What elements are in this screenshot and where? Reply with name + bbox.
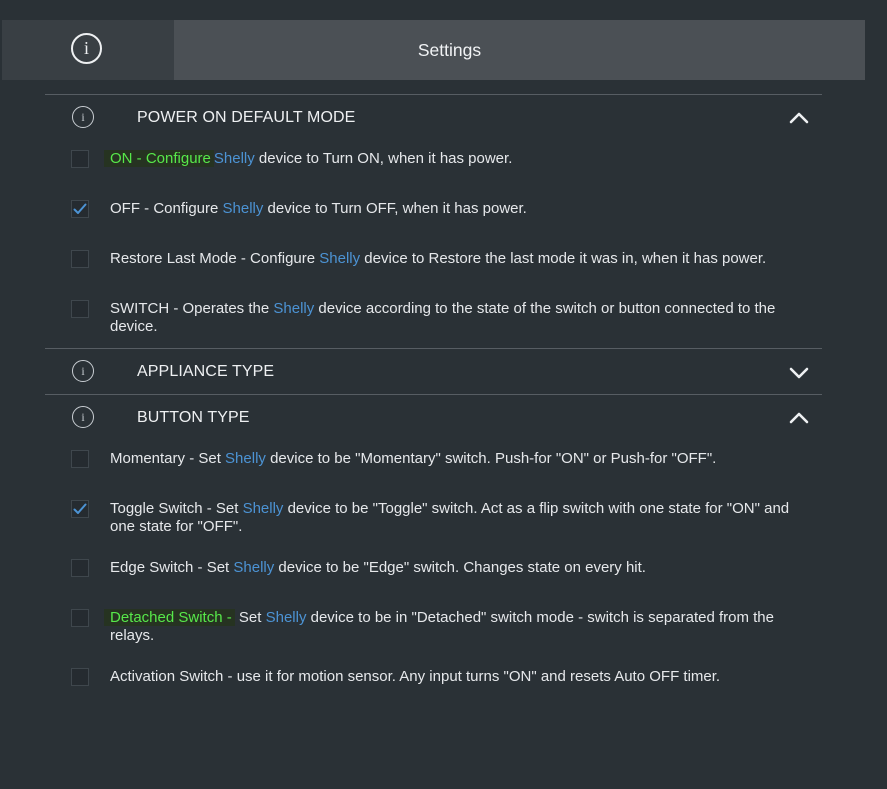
brand-link: Shelly bbox=[242, 500, 284, 517]
option-row[interactable]: Edge Switch - Set Shelly device to be "E… bbox=[45, 556, 822, 586]
option-row[interactable]: Toggle Switch - Set Shelly device to be … bbox=[45, 497, 822, 536]
option-text: device to Restore the last mode it was i… bbox=[360, 250, 767, 267]
option-text: device to be "Edge" switch. Changes stat… bbox=[274, 559, 646, 576]
settings-section: i BUTTON TYPE Momentary - Set Shelly devic… bbox=[45, 394, 822, 707]
option-text: SWITCH - Operates the bbox=[110, 300, 274, 317]
section-title: APPLIANCE TYPE bbox=[137, 363, 275, 380]
option-label: Edge Switch - Set Shelly device to be "E… bbox=[110, 556, 810, 577]
option-checkbox[interactable] bbox=[71, 500, 89, 518]
settings-header: i Settings bbox=[2, 20, 865, 80]
section-title: BUTTON TYPE bbox=[137, 409, 250, 426]
option-text: Restore Last Mode - Configure bbox=[110, 250, 320, 267]
brand-link: Shelly bbox=[213, 150, 255, 167]
option-text: device to Turn ON, when it has power. bbox=[254, 150, 513, 167]
info-icon[interactable]: i bbox=[72, 106, 94, 128]
settings-section: i APPLIANCE TYPE bbox=[45, 348, 822, 394]
option-checkbox[interactable] bbox=[71, 609, 89, 627]
option-text: Set bbox=[234, 609, 266, 626]
option-text: OFF - Configure bbox=[110, 200, 223, 217]
option-label: Toggle Switch - Set Shelly device to be … bbox=[110, 497, 810, 536]
option-checkbox[interactable] bbox=[71, 200, 89, 218]
option-row[interactable]: OFF - Configure Shelly device to Turn OF… bbox=[45, 197, 822, 227]
brand-link: Shelly bbox=[225, 450, 266, 467]
section-header[interactable]: i APPLIANCE TYPE bbox=[45, 349, 822, 394]
info-icon[interactable]: i bbox=[71, 33, 102, 64]
options-list: Momentary - Set Shelly device to be "Mom… bbox=[45, 440, 822, 707]
option-row[interactable]: Restore Last Mode - Configure Shelly dev… bbox=[45, 247, 822, 277]
option-row[interactable]: Detached Switch - Set Shelly device to b… bbox=[45, 606, 822, 645]
brand-link: Shelly bbox=[265, 609, 307, 626]
option-checkbox[interactable] bbox=[71, 668, 89, 686]
option-checkbox[interactable] bbox=[71, 250, 89, 268]
brand-link: Shelly bbox=[319, 250, 361, 267]
option-label: OFF - Configure Shelly device to Turn OF… bbox=[110, 197, 810, 218]
option-label: SWITCH - Operates the Shelly device acco… bbox=[110, 297, 810, 336]
option-row[interactable]: Momentary - Set Shelly device to be "Mom… bbox=[45, 447, 822, 477]
info-icon[interactable]: i bbox=[72, 360, 94, 382]
option-text: device to be "Momentary" switch. Push-fo… bbox=[265, 450, 717, 467]
info-icon[interactable]: i bbox=[72, 406, 94, 428]
option-checkbox[interactable] bbox=[71, 559, 89, 577]
option-highlight: Detached Switch - bbox=[104, 609, 235, 626]
section-header[interactable]: i BUTTON TYPE bbox=[45, 395, 822, 440]
chevron-up-icon[interactable] bbox=[787, 108, 811, 128]
option-checkbox[interactable] bbox=[71, 150, 89, 168]
section-title: POWER ON DEFAULT MODE bbox=[137, 109, 356, 126]
option-label: Detached Switch - Set Shelly device to b… bbox=[104, 606, 810, 645]
option-label: Momentary - Set Shelly device to be "Mom… bbox=[110, 447, 810, 468]
option-text: Activation Switch - use it for motion se… bbox=[110, 668, 721, 685]
option-label: ON - Configure Shelly device to Turn ON, … bbox=[104, 147, 810, 168]
option-label: Restore Last Mode - Configure Shelly dev… bbox=[110, 247, 810, 268]
option-text: Edge Switch - Set bbox=[110, 559, 234, 576]
brand-link: Shelly bbox=[222, 200, 264, 217]
option-highlight: ON - Configure bbox=[104, 150, 214, 167]
option-checkbox[interactable] bbox=[71, 300, 89, 318]
option-checkbox[interactable] bbox=[71, 450, 89, 468]
option-text: Momentary - Set bbox=[110, 450, 226, 467]
page-title: Settings bbox=[417, 39, 482, 60]
brand-link: Shelly bbox=[233, 559, 275, 576]
option-row[interactable]: ON - Configure Shelly device to Turn ON, … bbox=[45, 147, 822, 177]
option-label: Activation Switch - use it for motion se… bbox=[110, 665, 810, 686]
option-text: Toggle Switch - Set bbox=[110, 500, 243, 517]
options-list: ON - Configure Shelly device to Turn ON, … bbox=[45, 140, 822, 348]
chevron-up-icon[interactable] bbox=[787, 408, 811, 428]
section-header[interactable]: i POWER ON DEFAULT MODE bbox=[45, 95, 822, 140]
settings-content: i POWER ON DEFAULT MODE ON - Configure Shel… bbox=[45, 94, 822, 707]
brand-link: Shelly bbox=[273, 300, 315, 317]
settings-section: i POWER ON DEFAULT MODE ON - Configure Shel… bbox=[45, 94, 822, 348]
option-row[interactable]: SWITCH - Operates the Shelly device acco… bbox=[45, 297, 822, 336]
option-row[interactable]: Activation Switch - use it for motion se… bbox=[45, 665, 822, 695]
option-text: device to Turn OFF, when it has power. bbox=[263, 200, 527, 217]
info-tab[interactable]: i bbox=[2, 20, 174, 80]
chevron-down-icon[interactable] bbox=[787, 362, 811, 382]
